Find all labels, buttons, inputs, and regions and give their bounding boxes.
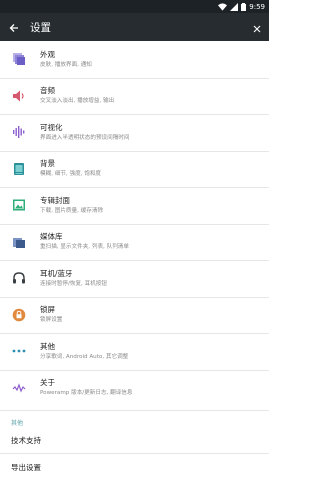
arrow-left-icon [9, 18, 19, 37]
item-subtitle: 模糊, 细节, 强度, 饱和度 [40, 171, 102, 178]
item-title: 外观 [40, 49, 55, 59]
item-title: 专辑封面 [40, 195, 70, 205]
more-icon [11, 343, 27, 359]
item-subtitle: Poweramp 版本/更新日志, 翻译信息 [40, 390, 133, 397]
close-icon [253, 18, 261, 37]
page-title: 设置 [30, 21, 51, 34]
item-subtitle: 界面进入半透明状态的预设间隔时间 [40, 134, 130, 141]
item-title: 音频 [40, 86, 55, 96]
app-bar: 设置 [0, 13, 269, 41]
section-divider [0, 410, 269, 411]
appearance-icon [11, 51, 27, 67]
settings-item-album-art[interactable]: 专辑封面 下载, 图片质量, 缓存清除 [0, 187, 269, 224]
item-subtitle: 连接时暂停/恢复, 耳机按钮 [40, 280, 107, 287]
item-title: 媒体库 [40, 232, 63, 242]
item-title: 耳机/蓝牙 [40, 268, 73, 278]
wifi-icon [218, 2, 228, 11]
item-title: 可视化 [40, 122, 63, 132]
item-subtitle: 重扫描, 显示文件夹, 列表, 队列清单 [40, 244, 129, 251]
item-title: 背景 [40, 159, 55, 169]
battery-icon [241, 2, 247, 11]
settings-item-background[interactable]: 背景 模糊, 细节, 强度, 饱和度 [0, 150, 269, 188]
album-art-icon [11, 197, 27, 213]
library-icon [11, 234, 27, 250]
back-button[interactable] [0, 13, 28, 41]
close-button[interactable] [245, 13, 269, 41]
signal-icon [230, 2, 239, 11]
lock-icon [11, 307, 27, 323]
export-settings-item[interactable]: 导出设置 [0, 455, 269, 479]
section-label-other: 其他 [11, 420, 24, 427]
settings-item-appearance[interactable]: 外观 皮肤, 播放界面, 通知 [0, 41, 269, 78]
settings-item-library[interactable]: 媒体库 重扫描, 显示文件夹, 列表, 队列清单 [0, 223, 269, 261]
item-subtitle: 下载, 图片质量, 缓存清除 [40, 207, 104, 214]
settings-item-headphones[interactable]: 耳机/蓝牙 连接时暂停/恢复, 耳机按钮 [0, 260, 269, 297]
item-divider [0, 453, 269, 454]
status-time: 9:59 [249, 2, 265, 11]
visualization-icon [11, 124, 27, 140]
item-title: 锁屏 [40, 305, 55, 315]
item-subtitle: 锁屏设置 [40, 317, 63, 324]
item-subtitle: 交叉淡入淡出, 播放增益, 输出 [40, 98, 115, 105]
about-icon [11, 380, 27, 396]
settings-item-visualization[interactable]: 可视化 界面进入半透明状态的预设间隔时间 [0, 114, 269, 151]
item-title: 其他 [40, 341, 55, 351]
audio-icon [11, 88, 27, 104]
settings-item-about[interactable]: 关于 Poweramp 版本/更新日志, 翻译信息 [0, 369, 269, 407]
item-subtitle: 分享歌词, Android Auto, 其它调整 [40, 353, 129, 360]
background-icon [11, 161, 27, 177]
settings-item-other[interactable]: 其他 分享歌词, Android Auto, 其它调整 [0, 333, 269, 370]
item-subtitle: 皮肤, 播放界面, 通知 [40, 61, 92, 68]
settings-list: 外观 皮肤, 播放界面, 通知 音频 交叉淡入淡出, 播放增益, 输出 可视化 … [0, 41, 269, 406]
item-title: 关于 [40, 378, 55, 388]
settings-item-audio[interactable]: 音频 交叉淡入淡出, 播放增益, 输出 [0, 77, 269, 115]
status-bar: 9:59 [0, 0, 269, 13]
headphones-icon [11, 270, 27, 286]
settings-item-lockscreen[interactable]: 锁屏 锁屏设置 [0, 296, 269, 334]
support-item[interactable]: 技术支持 [0, 428, 269, 452]
